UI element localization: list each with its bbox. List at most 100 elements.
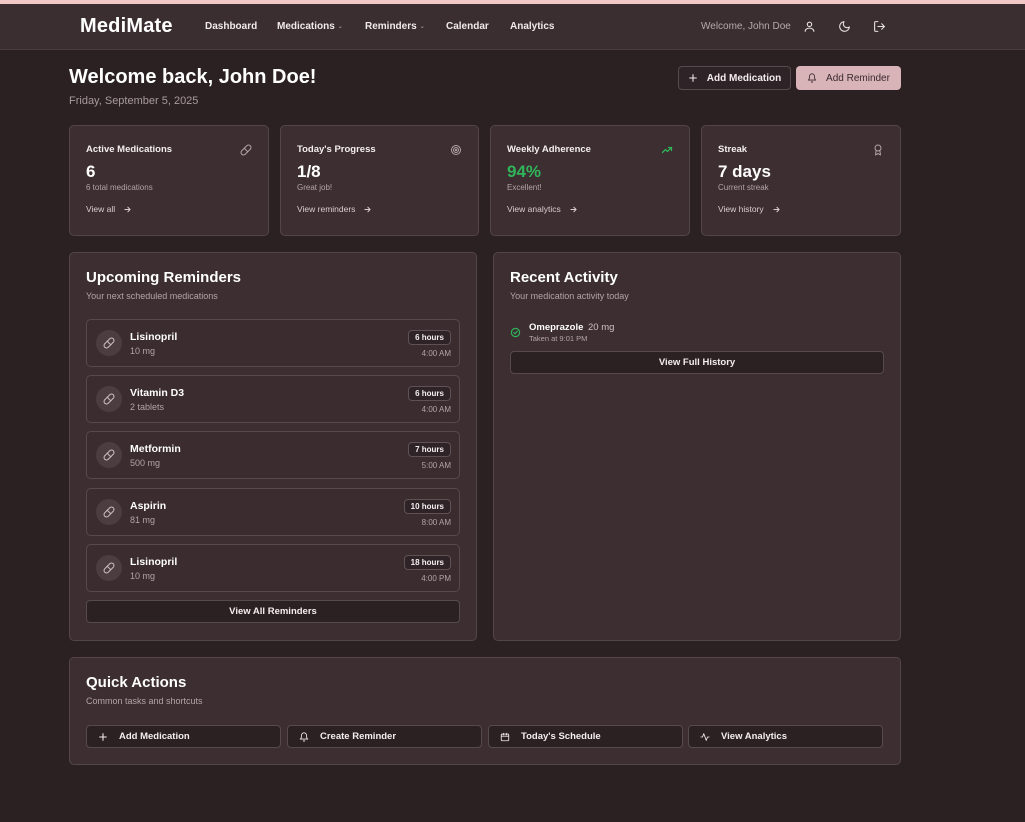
page-date: Friday, September 5, 2025 xyxy=(69,95,199,107)
reminder-item[interactable]: Lisinopril 10 mg 18 hours 4:00 PM xyxy=(86,544,460,592)
stat-subtext: Great job! xyxy=(297,183,333,192)
stat-subtext: Excellent! xyxy=(507,183,542,192)
nav-dashboard[interactable]: Dashboard xyxy=(205,21,257,32)
stat-card-streak: Streak 7 days Current streak View histor… xyxy=(701,125,901,236)
bell-icon xyxy=(807,73,817,83)
reminder-time: 8:00 AM xyxy=(421,518,451,527)
stat-title: Active Medications xyxy=(86,144,173,155)
stat-value: 1/8 xyxy=(297,162,321,181)
reminder-dose: 500 mg xyxy=(130,458,161,468)
panel-title: Quick Actions xyxy=(86,674,187,691)
target-icon xyxy=(450,143,462,155)
nav-analytics[interactable]: Analytics xyxy=(510,21,554,32)
award-icon xyxy=(872,143,884,156)
stat-value: 94% xyxy=(507,162,542,181)
panel-subtitle: Common tasks and shortcuts xyxy=(86,696,203,706)
moon-icon[interactable] xyxy=(836,18,852,34)
pill-icon xyxy=(96,386,122,412)
reminder-name: Vitamin D3 xyxy=(130,387,185,399)
quick-todays-schedule-button[interactable]: Today's Schedule xyxy=(488,725,683,748)
reminder-name: Lisinopril xyxy=(130,331,178,343)
plus-icon xyxy=(99,732,107,741)
quick-actions-panel: Quick Actions Common tasks and shortcuts… xyxy=(69,657,901,765)
reminder-item[interactable]: Vitamin D3 2 tablets 6 hours 4:00 AM xyxy=(86,375,460,423)
chevron-down-icon: ⌄ xyxy=(337,24,343,30)
reminder-item[interactable]: Lisinopril 10 mg 6 hours 4:00 AM xyxy=(86,319,460,367)
pill-icon xyxy=(96,330,122,356)
chevron-down-icon: ⌄ xyxy=(419,24,425,30)
activity-icon xyxy=(700,732,710,741)
add-reminder-button[interactable]: Add Reminder xyxy=(796,66,901,90)
panel-title: Upcoming Reminders xyxy=(86,269,242,286)
panel-subtitle: Your next scheduled medications xyxy=(86,291,218,301)
reminder-dose: 10 mg xyxy=(130,571,156,581)
reminder-time: 4:00 AM xyxy=(421,349,451,358)
user-icon[interactable] xyxy=(801,18,817,34)
trending-up-icon xyxy=(661,143,673,155)
stat-title: Weekly Adherence xyxy=(507,144,591,155)
panel-subtitle: Your medication activity today xyxy=(510,291,629,301)
view-all-reminders-button[interactable]: View All Reminders xyxy=(86,600,460,623)
welcome-user-text: Welcome, John Doe xyxy=(701,21,791,32)
stat-card-todays-progress: Today's Progress 1/8 Great job! View rem… xyxy=(280,125,479,236)
stat-value: 6 xyxy=(86,162,96,181)
pill-icon xyxy=(96,499,122,525)
arrow-right-icon xyxy=(570,206,577,212)
top-navbar: MediMate Dashboard Medications ⌄ Reminder… xyxy=(0,4,1025,50)
check-circle-icon xyxy=(510,325,521,338)
stat-title: Today's Progress xyxy=(297,144,376,155)
nav-calendar[interactable]: Calendar xyxy=(446,21,489,32)
time-until-badge: 10 hours xyxy=(403,499,451,514)
stat-card-active-medications: Active Medications 6 6 total medications… xyxy=(69,125,269,236)
reminder-dose: 81 mg xyxy=(130,515,156,525)
reminder-time: 4:00 AM xyxy=(421,405,451,414)
pill-icon xyxy=(96,442,122,468)
view-analytics-link[interactable]: View analytics xyxy=(507,204,578,214)
reminder-item[interactable]: Metformin 500 mg 7 hours 5:00 AM xyxy=(86,431,460,479)
reminder-name: Aspirin xyxy=(130,500,167,512)
view-history-link[interactable]: View history xyxy=(718,204,781,214)
activity-time: Taken at 9:01 PM xyxy=(529,334,588,343)
arrow-right-icon xyxy=(124,206,131,212)
reminder-dose: 10 mg xyxy=(130,346,156,356)
view-full-history-button[interactable]: View Full History xyxy=(510,351,884,374)
stat-card-weekly-adherence: Weekly Adherence 94% Excellent! View ana… xyxy=(490,125,690,236)
nav-reminders[interactable]: Reminders ⌄ xyxy=(365,21,425,32)
nav-medications[interactable]: Medications ⌄ xyxy=(277,21,343,32)
activity-medication-name: Omeprazole xyxy=(529,322,584,333)
reminder-name: Lisinopril xyxy=(130,556,178,568)
arrow-right-icon xyxy=(364,206,372,212)
stat-title: Streak xyxy=(718,144,748,155)
activity-dose: 20 mg xyxy=(588,322,615,333)
stat-subtext: 6 total medications xyxy=(86,183,153,192)
quick-create-reminder-button[interactable]: Create Reminder xyxy=(287,725,482,748)
stat-value: 7 days xyxy=(718,162,771,181)
time-until-badge: 6 hours xyxy=(408,330,451,345)
reminder-dose: 2 tablets xyxy=(130,402,165,412)
pill-icon xyxy=(96,555,122,581)
upcoming-reminders-panel: Upcoming Reminders Your next scheduled m… xyxy=(69,252,477,641)
view-all-link[interactable]: View all xyxy=(86,204,132,214)
page-title: Welcome back, John Doe! xyxy=(69,66,317,88)
brand-logo[interactable]: MediMate xyxy=(80,15,173,38)
time-until-badge: 6 hours xyxy=(408,386,451,401)
add-medication-button[interactable]: Add Medication xyxy=(678,66,791,90)
plus-icon xyxy=(688,74,697,82)
recent-activity-panel: Recent Activity Your medication activity… xyxy=(493,252,901,641)
quick-view-analytics-button[interactable]: View Analytics xyxy=(688,725,883,748)
logout-icon[interactable] xyxy=(871,18,887,34)
time-until-badge: 18 hours xyxy=(403,555,451,570)
time-until-badge: 7 hours xyxy=(408,442,451,457)
panel-title: Recent Activity xyxy=(510,269,618,286)
stat-subtext: Current streak xyxy=(718,183,769,192)
arrow-right-icon xyxy=(773,206,780,212)
reminder-name: Metformin xyxy=(130,443,181,455)
bell-icon xyxy=(299,731,309,742)
view-reminders-link[interactable]: View reminders xyxy=(297,204,372,214)
quick-add-medication-button[interactable]: Add Medication xyxy=(86,725,281,748)
calendar-icon xyxy=(500,732,510,741)
reminder-item[interactable]: Aspirin 81 mg 10 hours 8:00 AM xyxy=(86,488,460,536)
reminder-time: 4:00 PM xyxy=(421,574,451,583)
reminder-time: 5:00 AM xyxy=(421,461,451,470)
pill-icon xyxy=(240,143,252,156)
